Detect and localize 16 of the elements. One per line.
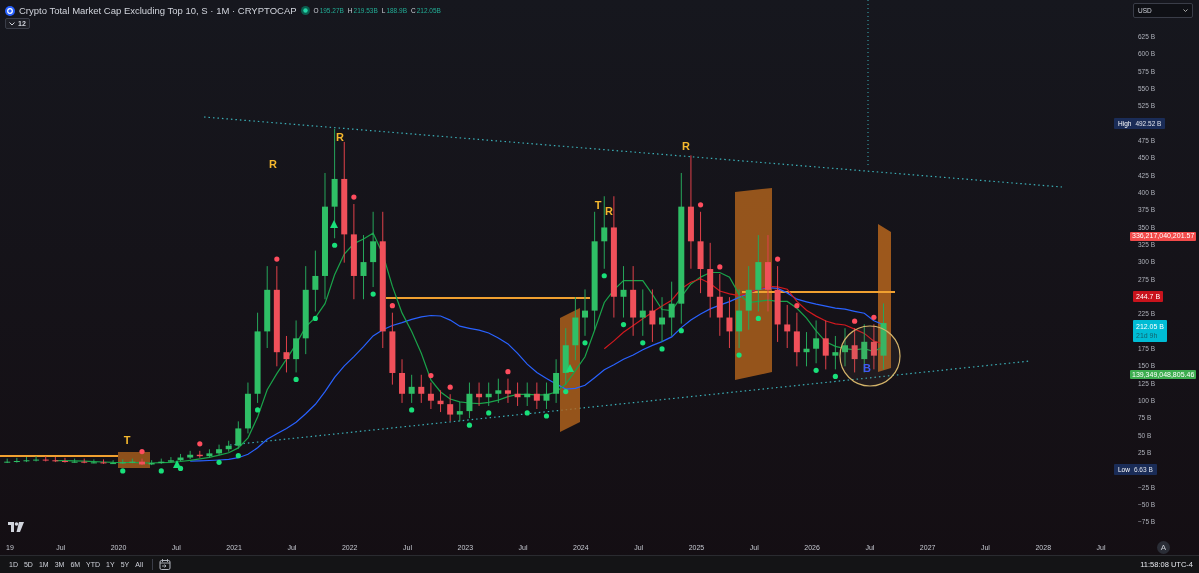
- highlight-circle: [839, 325, 901, 387]
- symbol-title: Crypto Total Market Cap Excluding Top 10, S · 1M · CRYPTOCAP: [19, 5, 297, 16]
- chevron-down-icon: [1183, 9, 1188, 12]
- signal-marker: R: [336, 131, 344, 143]
- calendar-icon[interactable]: [159, 558, 171, 570]
- auto-scale-button[interactable]: A: [1157, 541, 1170, 554]
- logo-icon: [8, 522, 24, 532]
- signal-marker: R: [682, 140, 690, 152]
- chevron-down-icon: [9, 21, 15, 26]
- status-dot-icon: [300, 6, 310, 15]
- signal-marker: R: [269, 158, 277, 170]
- signal-marker: B: [863, 362, 871, 374]
- signal-marker: T: [594, 199, 602, 211]
- symbol-logo-icon: [5, 5, 15, 16]
- signal-marker: T: [123, 434, 131, 446]
- signal-marker: R: [605, 205, 613, 217]
